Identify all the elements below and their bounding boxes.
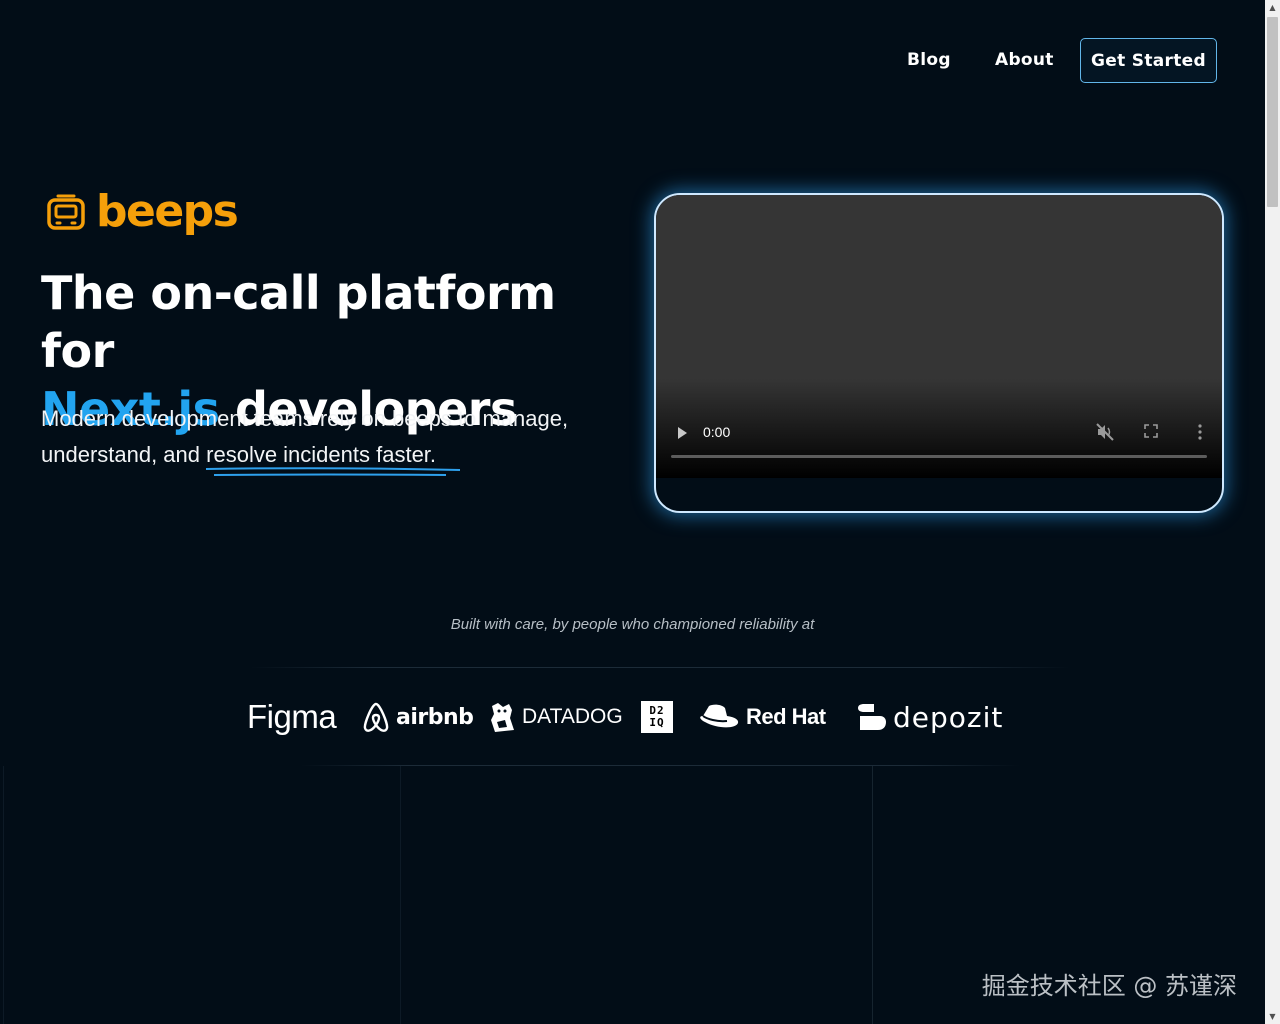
depozit-name: depozit: [893, 700, 1004, 734]
subtitle-underlined: resolve incidents faster.: [206, 442, 437, 467]
headline-part1: The on-call platform for: [41, 266, 556, 378]
built-with-care-caption: Built with care, by people who champione…: [450, 616, 815, 633]
underline-decoration: [206, 467, 461, 476]
hero-subtitle: Modern development teams rely on beeps t…: [41, 401, 641, 476]
subtitle-underlined-wrap: resolve incidents faster.: [206, 437, 461, 476]
watermark: 掘金技术社区 @ 苏谨深: [981, 972, 1237, 1000]
video-screen[interactable]: 0:00: [656, 195, 1222, 478]
scroll-up-arrow-icon[interactable]: ▲: [1265, 0, 1280, 15]
redhat-hat-icon: [700, 704, 739, 728]
grid-line: [872, 766, 873, 1024]
video-player[interactable]: 0:00: [654, 193, 1224, 513]
datadog-logo: DATADOG: [487, 694, 623, 740]
scrollbar-thumb[interactable]: [1267, 17, 1278, 207]
video-controls: 0:00: [656, 417, 1222, 457]
page: Blog About Get Started beeps The on-call…: [0, 0, 1265, 1024]
play-icon[interactable]: [675, 426, 689, 440]
divider: [250, 667, 1070, 668]
tv-icon: [47, 194, 85, 230]
video-progress-bar[interactable]: [671, 455, 1207, 458]
grid-line: [400, 766, 401, 1024]
more-options-icon[interactable]: [1197, 423, 1203, 441]
airbnb-name: airbnb: [396, 704, 474, 730]
brand-name: beeps: [96, 186, 239, 237]
figma-name: Figma: [247, 698, 337, 735]
fullscreen-icon[interactable]: [1144, 424, 1158, 438]
vertical-scrollbar[interactable]: ▲ ▼: [1265, 0, 1280, 1024]
nav-about-link[interactable]: About: [995, 50, 1054, 70]
nav-blog-link[interactable]: Blog: [907, 50, 951, 70]
depozit-logo: depozit: [856, 694, 1003, 740]
get-started-button[interactable]: Get Started: [1080, 38, 1217, 83]
datadog-dog-icon: [491, 703, 514, 732]
d2iq-line2: IQ: [649, 716, 665, 729]
figma-logo: Figma: [247, 694, 337, 740]
brand-logo[interactable]: beeps: [46, 186, 239, 237]
d2iq-box: D2 IQ: [641, 701, 673, 733]
redhat-logo: Red Hat: [697, 694, 826, 740]
grid-line: [3, 766, 4, 1024]
divider: [300, 765, 1020, 766]
scroll-down-arrow-icon[interactable]: ▼: [1265, 1009, 1280, 1024]
muted-volume-icon[interactable]: [1096, 423, 1114, 441]
redhat-name: Red Hat: [746, 704, 826, 729]
airbnb-icon: [363, 702, 389, 732]
airbnb-logo: airbnb: [361, 694, 474, 740]
d2iq-logo: D2 IQ: [641, 694, 673, 740]
video-time: 0:00: [703, 424, 731, 440]
datadog-name: DATADOG: [522, 705, 623, 728]
depozit-icon: [858, 704, 886, 730]
